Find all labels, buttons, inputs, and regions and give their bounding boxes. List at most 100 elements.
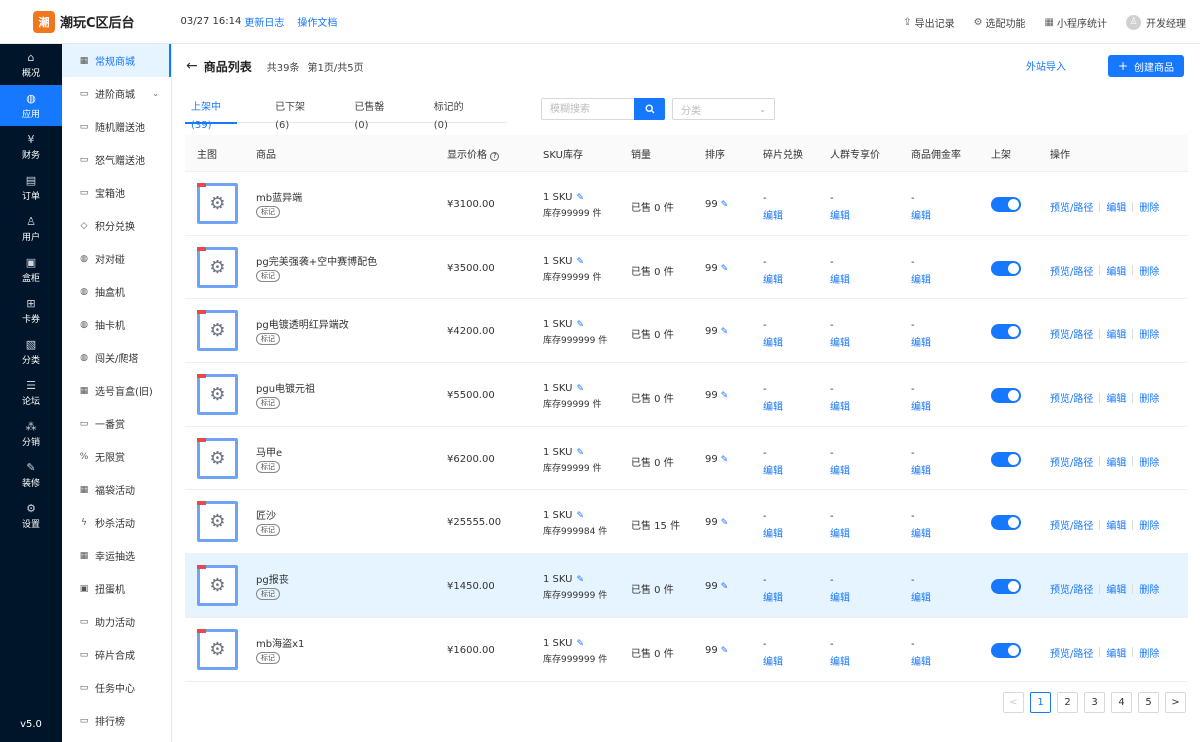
mark-badge[interactable]: 标记 [256, 397, 280, 410]
submenu-item[interactable]: ◍ 对对碰 [62, 242, 171, 275]
status-tab[interactable]: 已下架 (6) [269, 99, 316, 131]
edit-pencil-icon[interactable]: ✎ [577, 257, 585, 267]
page-button[interactable]: 2 [1057, 692, 1078, 713]
fragment-edit-link[interactable]: 编辑 [763, 398, 783, 413]
edit-pencil-icon[interactable]: ✎ [577, 511, 585, 521]
submenu-item[interactable]: ▦ 常规商城 [62, 44, 171, 77]
rail-item-app[interactable]: ◍ 应用 [0, 85, 62, 126]
edit-pencil-icon[interactable]: ✎ [577, 320, 585, 330]
fragment-edit-link[interactable]: 编辑 [763, 271, 783, 286]
status-tab[interactable]: 已售罄 (0) [348, 99, 395, 131]
help-icon[interactable]: ? [490, 151, 500, 161]
submenu-item[interactable]: ▭ 怒气赠送池 [62, 143, 171, 176]
mark-badge[interactable]: 标记 [256, 333, 280, 346]
back-arrow-icon[interactable]: ← [186, 58, 198, 74]
preview-path-link[interactable]: 预览/路径 [1050, 326, 1093, 341]
commission-edit-link[interactable]: 编辑 [911, 207, 931, 222]
listed-toggle[interactable] [991, 260, 1021, 276]
fragment-edit-link[interactable]: 编辑 [763, 653, 783, 668]
edit-link[interactable]: 编辑 [1106, 517, 1126, 532]
product-name[interactable]: 马甲e [256, 444, 282, 459]
submenu-item[interactable]: ϟ 秒杀活动 [62, 506, 171, 539]
product-name[interactable]: pg报丧 [256, 571, 289, 586]
edit-pencil-icon[interactable]: ✎ [721, 455, 729, 465]
edit-pencil-icon[interactable]: ✎ [577, 575, 585, 585]
product-name[interactable]: mb海盗x1 [256, 635, 304, 650]
edit-link[interactable]: 编辑 [1106, 263, 1126, 278]
preview-path-link[interactable]: 预览/路径 [1050, 199, 1093, 214]
edit-pencil-icon[interactable]: ✎ [721, 264, 729, 274]
submenu-item[interactable]: % 无限赏 [62, 440, 171, 473]
crowd-price-edit-link[interactable]: 编辑 [830, 653, 850, 668]
commission-edit-link[interactable]: 编辑 [911, 589, 931, 604]
submenu-item[interactable]: ▭ 任务中心 [62, 671, 171, 704]
listed-toggle[interactable] [991, 515, 1021, 531]
crowd-price-edit-link[interactable]: 编辑 [830, 207, 850, 222]
edit-pencil-icon[interactable]: ✎ [721, 200, 729, 210]
delete-link[interactable]: 删除 [1139, 390, 1159, 405]
listed-toggle[interactable] [991, 451, 1021, 467]
product-image[interactable]: ⚙ [197, 628, 238, 670]
category-select[interactable]: 分类 ⌄ [672, 98, 775, 120]
rail-item-decorate[interactable]: ✎ 装修 [0, 454, 62, 495]
crowd-price-edit-link[interactable]: 编辑 [830, 589, 850, 604]
delete-link[interactable]: 删除 [1139, 645, 1159, 660]
product-image[interactable]: ⚙ [197, 310, 238, 352]
delete-link[interactable]: 删除 [1139, 263, 1159, 278]
delete-link[interactable]: 删除 [1139, 326, 1159, 341]
rail-item-user[interactable]: ♙ 用户 [0, 208, 62, 249]
edit-link[interactable]: 编辑 [1106, 454, 1126, 469]
delete-link[interactable]: 删除 [1139, 454, 1159, 469]
crowd-price-edit-link[interactable]: 编辑 [830, 462, 850, 477]
submenu-item[interactable]: ▦ 幸运抽选 [62, 539, 171, 572]
edit-link[interactable]: 编辑 [1106, 390, 1126, 405]
commission-edit-link[interactable]: 编辑 [911, 653, 931, 668]
crowd-price-edit-link[interactable]: 编辑 [830, 334, 850, 349]
miniprogram-stats-button[interactable]: ▦ 小程序统计 [1045, 15, 1107, 30]
commission-edit-link[interactable]: 编辑 [911, 525, 931, 540]
submenu-item[interactable]: ▦ 福袋活动 [62, 473, 171, 506]
submenu-item[interactable]: ▭ 进阶商城 ⌄ [62, 77, 171, 110]
mark-badge[interactable]: 标记 [256, 206, 280, 218]
delete-link[interactable]: 删除 [1139, 517, 1159, 532]
listed-toggle[interactable] [991, 197, 1021, 212]
commission-edit-link[interactable]: 编辑 [911, 334, 931, 349]
rail-item-category[interactable]: ▧ 分类 [0, 331, 62, 372]
product-name[interactable]: pg电镀透明红异端改 [256, 316, 349, 331]
product-image[interactable]: ⚙ [197, 374, 238, 416]
rail-item-coupon[interactable]: ⊞ 卡券 [0, 290, 62, 331]
docs-link[interactable]: 操作文档 [297, 14, 337, 29]
fragment-edit-link[interactable]: 编辑 [763, 589, 783, 604]
product-name[interactable]: pg完美强袭+空中赛博配色 [256, 253, 377, 268]
submenu-item[interactable]: ▭ 随机赠送池 [62, 110, 171, 143]
submenu-item[interactable]: ▭ 一番赏 [62, 407, 171, 440]
edit-pencil-icon[interactable]: ✎ [577, 384, 585, 394]
product-image[interactable]: ⚙ [197, 183, 238, 224]
preview-path-link[interactable]: 预览/路径 [1050, 390, 1093, 405]
user-menu[interactable]: ♙ 开发经理 [1126, 14, 1186, 30]
export-records-button[interactable]: ⇪ 导出记录 [903, 15, 954, 30]
product-name[interactable]: 匠沙 [256, 507, 276, 522]
edit-pencil-icon[interactable]: ✎ [721, 327, 729, 337]
app-logo[interactable]: 潮 [33, 10, 55, 33]
crowd-price-edit-link[interactable]: 编辑 [830, 398, 850, 413]
preview-path-link[interactable]: 预览/路径 [1050, 517, 1093, 532]
crowd-price-edit-link[interactable]: 编辑 [830, 525, 850, 540]
submenu-item[interactable]: ▦ 选号盲盒(旧) [62, 374, 171, 407]
rail-item-distribution[interactable]: ⁂ 分销 [0, 413, 62, 454]
preview-path-link[interactable]: 预览/路径 [1050, 645, 1093, 660]
submenu-item[interactable]: ◇ 积分兑换 [62, 209, 171, 242]
optional-features-button[interactable]: ⚙ 选配功能 [974, 15, 1026, 30]
mark-badge[interactable]: 标记 [256, 269, 280, 282]
create-product-button[interactable]: + 创建商品 [1108, 55, 1184, 77]
preview-path-link[interactable]: 预览/路径 [1050, 263, 1093, 278]
submenu-item[interactable]: ▭ 宝箱池 [62, 176, 171, 209]
edit-pencil-icon[interactable]: ✎ [721, 582, 729, 592]
delete-link[interactable]: 删除 [1139, 581, 1159, 596]
edit-link[interactable]: 编辑 [1106, 326, 1126, 341]
product-image[interactable]: ⚙ [197, 565, 238, 607]
page-button[interactable]: 4 [1111, 692, 1132, 713]
changelog-link[interactable]: 更新日志 [244, 14, 284, 29]
rail-item-box[interactable]: ▣ 盒柜 [0, 249, 62, 290]
fragment-edit-link[interactable]: 编辑 [763, 207, 783, 222]
